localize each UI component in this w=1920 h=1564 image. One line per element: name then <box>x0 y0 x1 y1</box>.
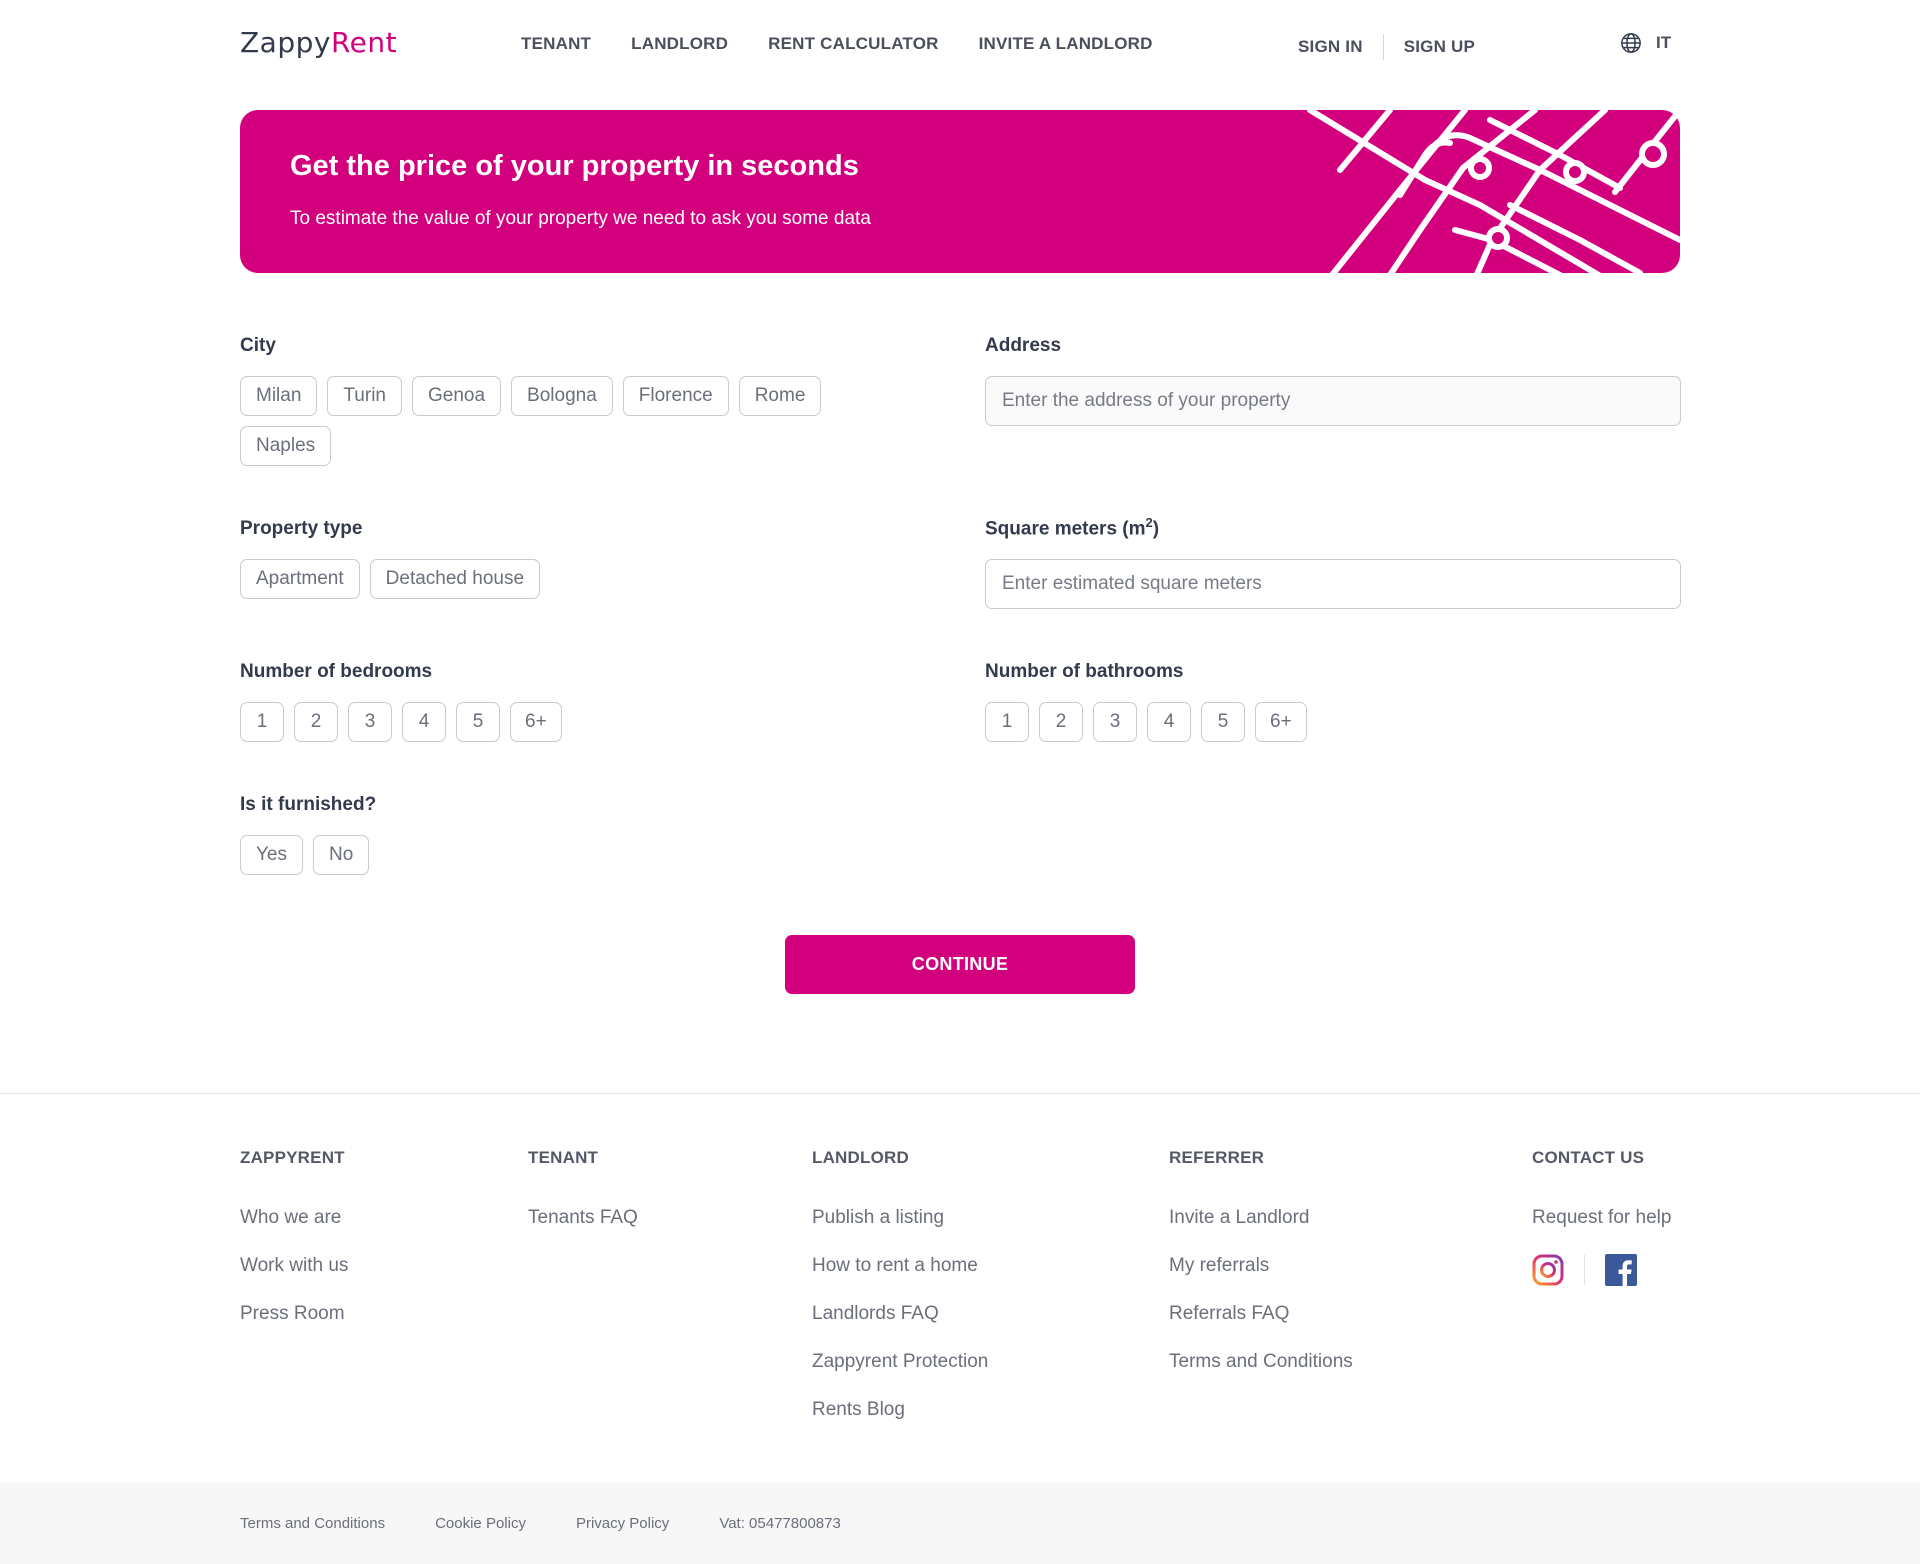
square-meters-input[interactable] <box>985 559 1681 609</box>
footer-bottom-bar: Terms and Conditions Cookie Policy Priva… <box>0 1483 1920 1564</box>
nav-rent-calculator[interactable]: RENT CALCULATOR <box>768 34 938 54</box>
nav-tenant[interactable]: TENANT <box>521 34 591 54</box>
bathrooms-options: 1 2 3 4 5 6+ <box>985 702 1307 742</box>
hero-banner: Get the price of your property in second… <box>240 110 1680 273</box>
footer-link-work-with-us[interactable]: Work with us <box>240 1254 348 1277</box>
footer-link-zappyrent-protection[interactable]: Zappyrent Protection <box>812 1350 988 1373</box>
header: ZappyRent TENANT LANDLORD RENT CALCULATO… <box>0 0 1920 90</box>
main-nav: TENANT LANDLORD RENT CALCULATOR INVITE A… <box>521 34 1153 54</box>
furnished-option-yes[interactable]: Yes <box>240 835 303 875</box>
footer-heading-contact: CONTACT US <box>1532 1148 1645 1167</box>
footer-link-tenants-faq[interactable]: Tenants FAQ <box>528 1206 638 1229</box>
banner-subtitle: To estimate the value of your property w… <box>290 208 871 229</box>
legal-links: Terms and Conditions Cookie Policy Priva… <box>240 1515 841 1532</box>
city-option-naples[interactable]: Naples <box>240 426 332 466</box>
logo-main-text: Zappy <box>240 26 331 59</box>
furnished-option-no[interactable]: No <box>313 835 370 875</box>
bathrooms-option-5[interactable]: 5 <box>1201 702 1245 742</box>
square-meters-label: Square meters (m2) <box>985 515 1159 540</box>
logo-accent-text: Rent <box>330 26 398 59</box>
bathrooms-option-1[interactable]: 1 <box>985 702 1029 742</box>
footer-link-press-room[interactable]: Press Room <box>240 1302 348 1325</box>
footer-divider <box>0 1093 1920 1094</box>
city-options: Milan Turin Genoa Bologna Florence Rome … <box>240 376 880 466</box>
auth-links: SIGN IN SIGN UP <box>1298 34 1475 60</box>
city-option-genoa[interactable]: Genoa <box>412 376 502 416</box>
sqm-label-text: Square meters (m <box>985 518 1146 540</box>
footer-heading-zappyrent: ZAPPYRENT <box>240 1148 345 1167</box>
bedrooms-option-1[interactable]: 1 <box>240 702 284 742</box>
facebook-icon[interactable] <box>1605 1254 1637 1286</box>
auth-divider <box>1382 34 1384 60</box>
bedrooms-option-4[interactable]: 4 <box>402 702 446 742</box>
legal-link-terms[interactable]: Terms and Conditions <box>240 1515 385 1532</box>
continue-button[interactable]: CONTINUE <box>785 935 1135 994</box>
footer-link-who-we-are[interactable]: Who we are <box>240 1206 348 1229</box>
sqm-label-end: ) <box>1152 518 1160 540</box>
globe-icon <box>1621 33 1641 53</box>
bedrooms-label: Number of bedrooms <box>240 661 433 682</box>
bathrooms-label: Number of bathrooms <box>985 661 1184 682</box>
footer-link-how-to-rent[interactable]: How to rent a home <box>812 1254 988 1277</box>
footer-link-rents-blog[interactable]: Rents Blog <box>812 1398 988 1421</box>
bedrooms-option-5[interactable]: 5 <box>456 702 500 742</box>
bathrooms-option-3[interactable]: 3 <box>1093 702 1137 742</box>
social-divider <box>1584 1255 1585 1285</box>
footer-heading-landlord: LANDLORD <box>812 1148 909 1167</box>
footer-column-zappyrent: ZAPPYRENT Who we are Work with us Press … <box>240 1148 348 1350</box>
footer-column-contact: CONTACT US Request for help <box>1532 1148 1671 1286</box>
furnished-label: Is it furnished? <box>240 794 377 815</box>
banner-title: Get the price of your property in second… <box>290 150 859 182</box>
property-type-detached-house[interactable]: Detached house <box>369 559 541 599</box>
address-input[interactable] <box>985 376 1681 426</box>
city-option-turin[interactable]: Turin <box>327 376 402 416</box>
city-option-rome[interactable]: Rome <box>738 376 822 416</box>
sign-in-link[interactable]: SIGN IN <box>1298 37 1363 57</box>
bedrooms-option-6-plus[interactable]: 6+ <box>510 702 562 742</box>
legal-link-privacy-policy[interactable]: Privacy Policy <box>576 1515 669 1532</box>
footer-link-landlords-faq[interactable]: Landlords FAQ <box>812 1302 988 1325</box>
property-type-label: Property type <box>240 518 363 539</box>
footer-link-referrals-faq[interactable]: Referrals FAQ <box>1169 1302 1353 1325</box>
city-option-bologna[interactable]: Bologna <box>511 376 613 416</box>
bathrooms-option-2[interactable]: 2 <box>1039 702 1083 742</box>
bathrooms-option-4[interactable]: 4 <box>1147 702 1191 742</box>
language-code: IT <box>1656 33 1672 52</box>
zappyrent-logo[interactable]: ZappyRent <box>240 26 397 59</box>
bedrooms-options: 1 2 3 4 5 6+ <box>240 702 562 742</box>
city-label: City <box>240 335 276 356</box>
map-lines-decoration <box>1307 110 1680 273</box>
footer-column-referrer: REFERRER Invite a Landlord My referrals … <box>1169 1148 1353 1398</box>
footer-heading-tenant: TENANT <box>528 1148 599 1167</box>
footer-heading-referrer: REFERRER <box>1169 1148 1265 1167</box>
vat-number: Vat: 05477800873 <box>719 1515 841 1532</box>
address-label: Address <box>985 335 1062 356</box>
legal-link-cookie-policy[interactable]: Cookie Policy <box>435 1515 526 1532</box>
footer-column-tenant: TENANT Tenants FAQ <box>528 1148 638 1254</box>
city-option-florence[interactable]: Florence <box>622 376 729 416</box>
footer-link-publish-listing[interactable]: Publish a listing <box>812 1206 988 1229</box>
nav-landlord[interactable]: LANDLORD <box>631 34 728 54</box>
property-type-apartment[interactable]: Apartment <box>240 559 360 599</box>
social-links <box>1532 1254 1671 1286</box>
sign-up-link[interactable]: SIGN UP <box>1404 37 1475 57</box>
property-type-options: Apartment Detached house <box>240 559 541 599</box>
instagram-icon[interactable] <box>1532 1254 1564 1286</box>
footer-link-request-help[interactable]: Request for help <box>1532 1206 1671 1229</box>
furnished-options: Yes No <box>240 835 370 875</box>
city-option-milan[interactable]: Milan <box>240 376 318 416</box>
sqm-superscript: 2 <box>1145 515 1153 530</box>
nav-invite-landlord[interactable]: INVITE A LANDLORD <box>979 34 1153 54</box>
footer-link-my-referrals[interactable]: My referrals <box>1169 1254 1353 1277</box>
bathrooms-option-6-plus[interactable]: 6+ <box>1255 702 1307 742</box>
footer-column-landlord: LANDLORD Publish a listing How to rent a… <box>812 1148 988 1446</box>
language-switcher[interactable]: IT <box>1620 32 1671 54</box>
footer-link-invite-landlord[interactable]: Invite a Landlord <box>1169 1206 1353 1229</box>
footer-link-terms-conditions[interactable]: Terms and Conditions <box>1169 1350 1353 1373</box>
bedrooms-option-3[interactable]: 3 <box>348 702 392 742</box>
bedrooms-option-2[interactable]: 2 <box>294 702 338 742</box>
